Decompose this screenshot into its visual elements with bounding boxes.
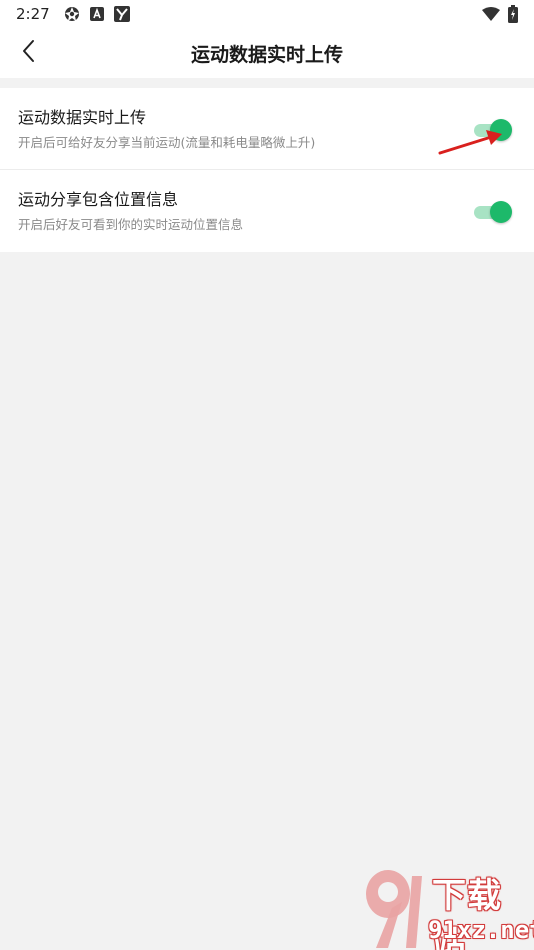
setting-title: 运动分享包含位置信息 <box>18 190 179 209</box>
settings-list: 运动数据实时上传 开启后可给好友分享当前运动(流量和耗电量略微上升) 运动分享包… <box>0 88 534 252</box>
setting-row-share-location: 运动分享包含位置信息 开启后好友可看到你的实时运动位置信息 <box>0 170 534 252</box>
toggle-knob <box>490 201 512 223</box>
setting-title: 运动数据实时上传 <box>18 108 147 127</box>
app-header: 运动数据实时上传 <box>0 28 534 78</box>
status-icons-left <box>64 6 130 22</box>
back-button[interactable] <box>8 28 48 78</box>
status-time: 2:27 <box>16 5 50 23</box>
y-square-icon <box>113 6 130 22</box>
watermark-logo-icon <box>366 870 422 948</box>
status-icons-right <box>482 5 518 23</box>
status-bar: 2:27 <box>0 0 534 28</box>
annotation-arrow-icon <box>438 130 502 155</box>
setting-description: 开启后好友可看到你的实时运动位置信息 <box>18 217 244 232</box>
wifi-icon <box>482 7 500 21</box>
a-square-icon <box>89 7 104 21</box>
chevron-left-icon <box>21 39 35 67</box>
watermark: 下载站 91xz.net <box>362 862 534 950</box>
watermark-bottom-text: 91xz.net <box>428 916 534 944</box>
share-location-toggle[interactable] <box>474 201 512 223</box>
aperture-icon <box>64 6 80 22</box>
page-title: 运动数据实时上传 <box>190 43 343 66</box>
battery-charging-icon <box>508 5 518 23</box>
screen: 2:27 运动数据实时上传 运动数据实时上传 开启后可给好友分享当前运动(流量和… <box>0 0 534 950</box>
